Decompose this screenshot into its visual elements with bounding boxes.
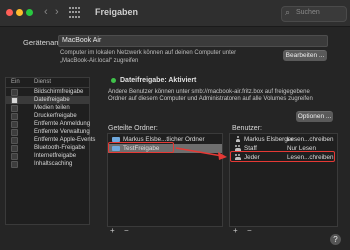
annotation-arrow-icon [175, 147, 227, 160]
system-preferences-window: ‹ › Freigaben ⌕ Suchen Gerätename: MacBo… [0, 0, 350, 250]
help-button[interactable]: ? [330, 234, 341, 245]
